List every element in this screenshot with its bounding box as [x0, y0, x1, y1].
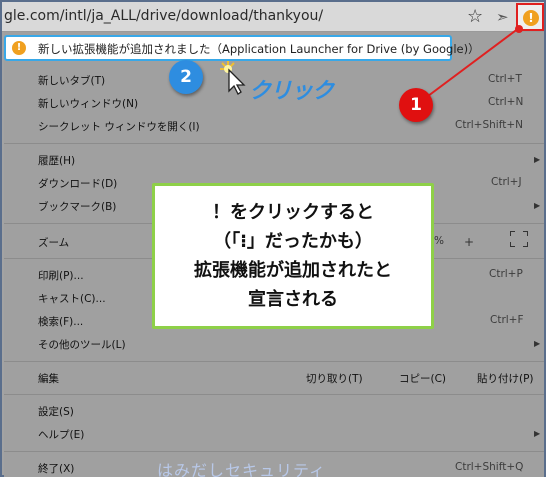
step-badge-1: 1	[399, 88, 433, 122]
click-label: クリック	[249, 79, 334, 104]
step-badge-2: 2	[169, 60, 203, 94]
explanation-callout: ！をクリックすると （「⁝」だったかも） 拡張機能が追加されたと 宣言される	[152, 183, 434, 329]
callout-line: ！をクリックすると	[212, 202, 374, 223]
callout-line: （「⁝」だったかも）	[213, 231, 373, 252]
mouse-cursor-icon	[218, 59, 248, 95]
pointer-dot	[515, 25, 523, 33]
callout-line: 拡張機能が追加されたと	[194, 260, 392, 281]
callout-line: 宣言される	[248, 289, 338, 310]
